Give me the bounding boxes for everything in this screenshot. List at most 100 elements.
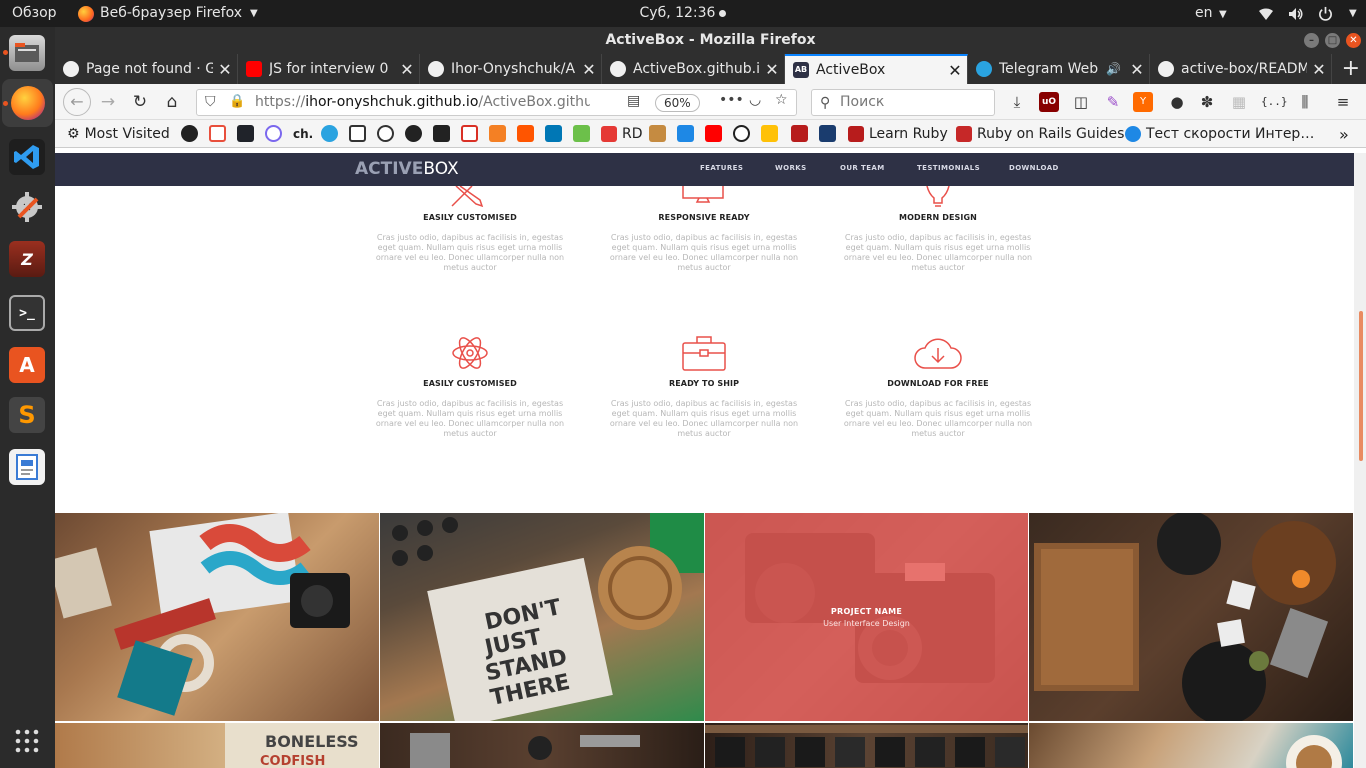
settings-icon[interactable] xyxy=(9,189,45,225)
flaticon-bookmark-icon[interactable] xyxy=(209,125,226,142)
bookmark-learn-ruby[interactable]: Learn Ruby xyxy=(848,125,948,143)
portfolio-item-hovered[interactable]: PROJECT NAME User Interface Design xyxy=(705,513,1028,721)
json-viewer-icon[interactable]: {..} xyxy=(1261,92,1288,112)
nav-features[interactable]: FEATURES xyxy=(700,164,743,172)
tab-telegram-web[interactable]: Telegram Web 🔊 ✕ xyxy=(968,54,1150,84)
reload-button[interactable]: ↻ xyxy=(130,92,150,112)
terminal-icon[interactable]: >_ xyxy=(9,295,45,331)
speedometer-bookmark-icon[interactable] xyxy=(733,125,750,142)
search-input[interactable]: ⚲ Поиск xyxy=(811,89,995,116)
home-button[interactable]: ⌂ xyxy=(162,92,182,112)
close-tab-icon[interactable]: ✕ xyxy=(395,60,419,79)
ruby-bookmark-icon[interactable] xyxy=(791,125,808,142)
hand-bookmark-icon[interactable] xyxy=(761,125,778,142)
minimize-button[interactable]: – xyxy=(1304,33,1319,48)
scrollbar-thumb[interactable] xyxy=(1359,311,1363,461)
ublock-origin-icon[interactable]: uO xyxy=(1039,92,1059,112)
library-icon[interactable]: ⫼ xyxy=(1295,92,1315,112)
react-bookmark-icon[interactable] xyxy=(237,125,254,142)
close-tab-icon[interactable]: ✕ xyxy=(1125,60,1149,79)
sublime-text-icon[interactable]: S xyxy=(9,397,45,433)
portfolio-item[interactable] xyxy=(705,723,1028,768)
new-tab-button[interactable]: + xyxy=(1342,56,1360,81)
close-tab-icon[interactable]: ✕ xyxy=(943,61,967,80)
speaker-icon[interactable]: 🔊 xyxy=(1106,62,1121,76)
cow-bookmark-icon[interactable] xyxy=(649,125,666,142)
tracking-protection-icon[interactable]: ⛉ xyxy=(205,94,216,110)
software-center-icon[interactable]: A xyxy=(9,347,45,383)
dou-bookmark-icon[interactable] xyxy=(433,125,450,142)
firefox-dock-icon[interactable] xyxy=(2,79,53,127)
blue-bookmark-icon[interactable] xyxy=(677,125,694,142)
close-tab-icon[interactable]: ✕ xyxy=(1307,60,1331,79)
graphql-bookmark-icon[interactable] xyxy=(265,125,282,142)
close-tab-icon[interactable]: ✕ xyxy=(577,60,601,79)
language-indicator[interactable]: en ▼ xyxy=(1195,0,1227,27)
nav-testimonials[interactable]: TESTIMONIALS xyxy=(917,164,980,172)
bookmarks-overflow-chevron-icon[interactable]: » xyxy=(1339,125,1349,144)
portfolio-item[interactable] xyxy=(1029,723,1353,768)
zoom-reset-button[interactable]: 60% xyxy=(655,94,700,112)
close-window-button[interactable]: ✕ xyxy=(1346,33,1361,48)
pocket-icon[interactable]: ◡ xyxy=(749,92,761,108)
back-button[interactable]: ← xyxy=(63,88,91,116)
forward-button[interactable]: → xyxy=(98,92,118,112)
bookmark-star-icon[interactable]: ☆ xyxy=(775,92,788,108)
vscode-icon[interactable] xyxy=(9,139,45,175)
window-titlebar[interactable]: ActiveBox - Mozilla Firefox – □ ✕ xyxy=(55,27,1366,54)
close-tab-icon[interactable]: ✕ xyxy=(760,60,784,79)
portfolio-item[interactable] xyxy=(1029,513,1353,721)
account-icon[interactable]: ● xyxy=(1167,92,1187,112)
paw-extension-icon[interactable]: ✽ xyxy=(1197,92,1217,112)
nerd-bookmark-icon[interactable] xyxy=(377,125,394,142)
nav-download[interactable]: DOWNLOAD xyxy=(1009,164,1059,172)
linkedin-bookmark-icon[interactable] xyxy=(545,125,562,142)
page-actions-icon[interactable]: ••• xyxy=(719,92,744,108)
tab-active-box-readme[interactable]: active-box/READM ✕ xyxy=(1150,54,1332,84)
url-text[interactable]: https://ihor-onyshchuk.github.io/ActiveB… xyxy=(255,94,590,110)
stackoverflow-bookmark-icon[interactable] xyxy=(489,125,506,142)
url-bar[interactable]: ⛉ 🔒 https://ihor-onyshchuk.github.io/Act… xyxy=(196,89,797,116)
bookmark-rails-guides[interactable]: Ruby on Rails Guides xyxy=(956,125,1124,143)
clock[interactable]: Суб, 12:36 xyxy=(0,0,1366,27)
sidebar-icon[interactable]: ◫ xyxy=(1071,92,1091,112)
page-scrollbar[interactable] xyxy=(1354,153,1366,768)
bookmark-rd[interactable]: RD xyxy=(601,125,643,143)
show-applications-icon[interactable] xyxy=(9,723,45,759)
feather-extension-icon[interactable]: ✎ xyxy=(1103,92,1123,112)
bookmark-ch[interactable]: ch. xyxy=(293,125,313,143)
maximize-button[interactable]: □ xyxy=(1325,33,1340,48)
tab-js-for-interview[interactable]: JS for interview 0 ✕ xyxy=(238,54,420,84)
tab-ihor-onyshchuk-repo[interactable]: Ihor-Onyshchuk/A ✕ xyxy=(420,54,602,84)
bookmark-most-visited[interactable]: ⚙ Most Visited xyxy=(67,125,170,143)
telegram-bookmark-icon[interactable] xyxy=(321,125,338,142)
tab-activebox-github[interactable]: ActiveBox.github.i ✕ xyxy=(602,54,785,84)
bookmark-speed-test[interactable]: Тест скорости Интер… xyxy=(1125,125,1314,143)
reader-view-icon[interactable]: ▤ xyxy=(627,93,640,109)
project-hover-overlay[interactable]: PROJECT NAME User Interface Design xyxy=(705,513,1028,721)
portfolio-item[interactable]: BONELESS CODFISH xyxy=(55,723,379,768)
nav-our-team[interactable]: OUR TEAM xyxy=(840,164,885,172)
nav-works[interactable]: WORKS xyxy=(775,164,807,172)
document-viewer-icon[interactable] xyxy=(9,449,45,485)
close-tab-icon[interactable]: ✕ xyxy=(213,60,237,79)
avatar-bookmark-icon[interactable] xyxy=(405,125,422,142)
downloads-icon[interactable]: ⤓ xyxy=(1007,92,1027,112)
lock-icon[interactable]: 🔒 xyxy=(229,94,245,109)
codewars-bookmark-icon[interactable] xyxy=(573,125,590,142)
portfolio-item[interactable]: DON'T JUST STAND THERE xyxy=(380,513,704,721)
soundcloud-bookmark-icon[interactable] xyxy=(517,125,534,142)
github-bookmark-icon[interactable] xyxy=(181,125,198,142)
portfolio-item[interactable] xyxy=(55,513,379,721)
grid-extension-icon[interactable]: ▦ xyxy=(1229,92,1249,112)
gmail-bookmark-icon[interactable] xyxy=(461,125,478,142)
docs-bookmark-icon[interactable] xyxy=(349,125,366,142)
site-logo[interactable]: ACTIVEBOX xyxy=(355,159,459,179)
portfolio-item[interactable] xyxy=(380,723,704,768)
stackexchange-bookmark-icon[interactable] xyxy=(819,125,836,142)
files-icon[interactable] xyxy=(9,35,45,71)
tab-page-not-found[interactable]: Page not found · G ✕ xyxy=(55,54,238,84)
youtube-bookmark-icon[interactable] xyxy=(705,125,722,142)
tab-activebox[interactable]: AB ActiveBox ✕ xyxy=(785,54,968,84)
ya-extension-icon[interactable]: Y xyxy=(1133,92,1153,112)
